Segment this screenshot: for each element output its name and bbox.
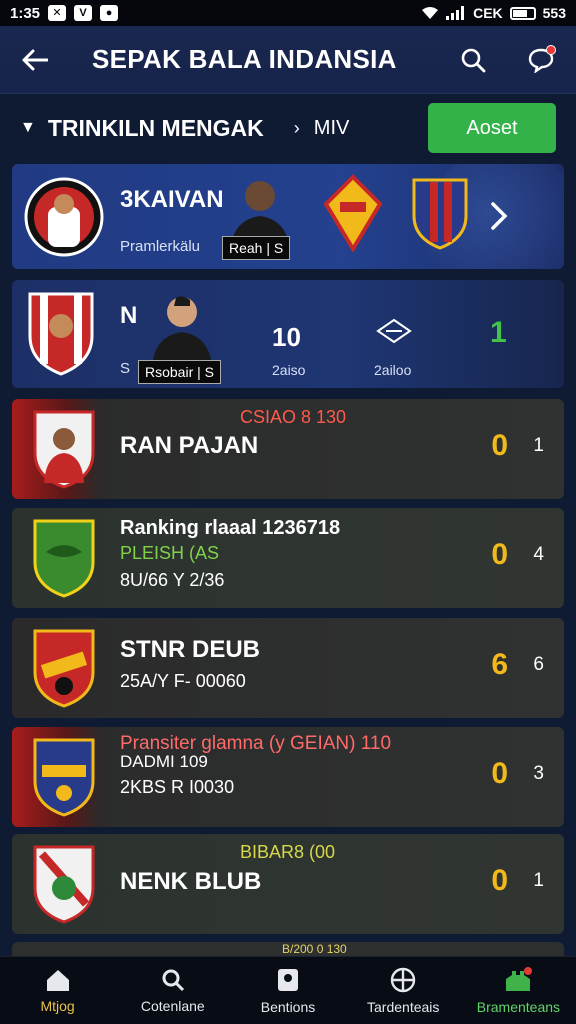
filter-row: ▼ TRINKILN MENGAK › MIV Aoset (0, 94, 576, 162)
club-crest-icon (32, 737, 96, 817)
score-value: 0 (491, 864, 508, 897)
nav-item-search[interactable]: Cotenlane (115, 957, 230, 1024)
nav-label: Mtjog (40, 997, 75, 1014)
team-name: STNR DEUB (120, 636, 261, 663)
filter-dropdown[interactable]: TRINKILN MENGAK (48, 115, 264, 142)
team-name: RAN PAJAN (120, 432, 259, 459)
match-value: 10 (272, 322, 301, 352)
search-button[interactable] (458, 45, 488, 75)
club-crest-icon (32, 628, 96, 708)
match-card[interactable]: Ranking rlaaal 1236718 PLEISH (AS 8U/66 … (12, 508, 564, 608)
team-name: NENK BLUB (120, 868, 262, 895)
match-value-label: 2aiso (272, 362, 306, 378)
club-crest-icon (32, 409, 96, 489)
page-title: SEPAK BALA INDANSIA (92, 44, 397, 74)
score-value: 0 (491, 538, 508, 571)
match-count: 4 (533, 544, 544, 565)
featured-sub: S (120, 360, 131, 377)
match-line: 2KBS R I0030 (120, 777, 235, 797)
match-header: CSIAO 8 130 (240, 407, 347, 427)
nav-item-crosshair[interactable]: Tardenteais (346, 957, 461, 1024)
club-crest-icon (24, 172, 104, 262)
featured-name: N (120, 302, 138, 329)
crosshair-icon (391, 967, 416, 992)
match-card[interactable]: STNR DEUB 25A/Y F- 00060 6 6 (12, 618, 564, 718)
player-avatar (146, 288, 218, 368)
club-crest-icon (26, 290, 96, 376)
signal-icon (446, 6, 465, 20)
nav-label: Cotenlane (140, 997, 205, 1014)
match-line: 8U/66 Y 2/36 (120, 570, 225, 590)
match-card[interactable]: BIBAR8 (00 NENK BLUB 0 1 (12, 834, 564, 934)
status-time: 1:35 (10, 4, 41, 22)
wifi-icon (422, 7, 439, 19)
player-tag: Rsobair | S (138, 360, 221, 384)
team-name: Ranking rlaaal 1236718 (120, 517, 341, 539)
search-icon (162, 969, 184, 991)
featured-name: 3KAIVAN (120, 186, 224, 213)
chevron-right-icon: › (293, 117, 300, 138)
nav-label: Tardenteais (367, 998, 440, 1015)
battery-level: 553 (542, 5, 566, 21)
nav-item-trophy[interactable]: Bentions (230, 957, 345, 1024)
team-badge-icon (322, 174, 384, 252)
stadium-icon (506, 966, 533, 991)
nav-label: Bentions (260, 998, 316, 1015)
camera-icon: ● (100, 5, 119, 21)
match-line: PLEISH (AS (120, 543, 220, 563)
nav-label: Bramenteans (476, 998, 561, 1015)
match-card-peek[interactable]: B/200 0 130 (12, 942, 564, 956)
chevron-right-icon (491, 202, 508, 230)
score-value: 0 (491, 757, 508, 790)
featured-match-card[interactable]: N S Rsobair | S 10 2aiso 2ailoo 1 (12, 280, 564, 388)
featured-card[interactable]: 3KAIVAN Pramlerkälu Reah | S (12, 164, 564, 269)
trophy-icon (278, 968, 298, 991)
club-crest-icon (32, 518, 96, 598)
match-count: 6 (533, 654, 544, 675)
back-button[interactable] (20, 45, 50, 75)
match-count: 1 (533, 435, 544, 456)
score-value: 0 (491, 429, 508, 462)
app-notification-icon: ✕ (48, 5, 67, 21)
action-button[interactable]: Aoset (428, 103, 556, 153)
filter-sub-label[interactable]: MIV (314, 117, 350, 140)
match-count: 1 (533, 870, 544, 891)
app-header: SEPAK BALA INDANSIA (0, 26, 576, 94)
match-line: 25A/Y F- 00060 (120, 671, 246, 691)
match-line: DADMI 109 (120, 752, 208, 771)
stat-label: 2ailoo (374, 362, 412, 378)
nav-item-stadium[interactable]: Bramenteans (461, 957, 576, 1024)
player-tag: Reah | S (222, 236, 291, 260)
vpn-icon: V (74, 5, 93, 21)
club-crest-icon (32, 844, 96, 924)
stat-value: 1 (490, 316, 507, 349)
bottom-navigation: Mtjog Cotenlane Bentions Tardenteais Bra… (0, 956, 576, 1024)
pitch-icon (374, 316, 414, 346)
home-icon (46, 969, 69, 991)
notification-badge (546, 44, 556, 55)
chevron-down-icon[interactable]: ▼ (20, 119, 36, 137)
match-card[interactable]: Pransiter glamna (y GEIAN) 110 DADMI 109… (12, 727, 564, 827)
network-label: CEK (473, 5, 503, 21)
nav-item-home[interactable]: Mtjog (0, 957, 115, 1024)
notifications-button[interactable] (526, 44, 556, 75)
featured-sub: Pramlerkälu (120, 238, 201, 255)
match-header: BIBAR8 (00 (240, 842, 336, 862)
search-icon (461, 48, 486, 72)
team-shield-icon (410, 174, 470, 252)
open-details-button[interactable] (484, 196, 514, 236)
battery-icon (509, 6, 536, 20)
status-bar: 1:35 ✕ V ● CEK 553 (0, 0, 576, 26)
peek-header: B/200 0 130 (282, 942, 347, 956)
score-value: 6 (491, 648, 508, 681)
match-card[interactable]: CSIAO 8 130 RAN PAJAN 0 1 (12, 399, 564, 499)
arrow-left-icon (22, 49, 48, 70)
match-count: 3 (533, 763, 544, 784)
